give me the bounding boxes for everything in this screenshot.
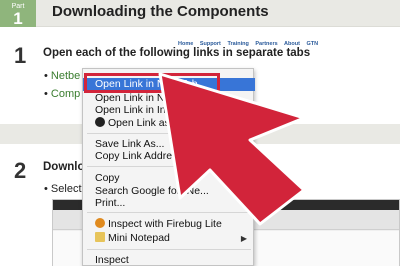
red-arrow-icon — [158, 72, 306, 226]
